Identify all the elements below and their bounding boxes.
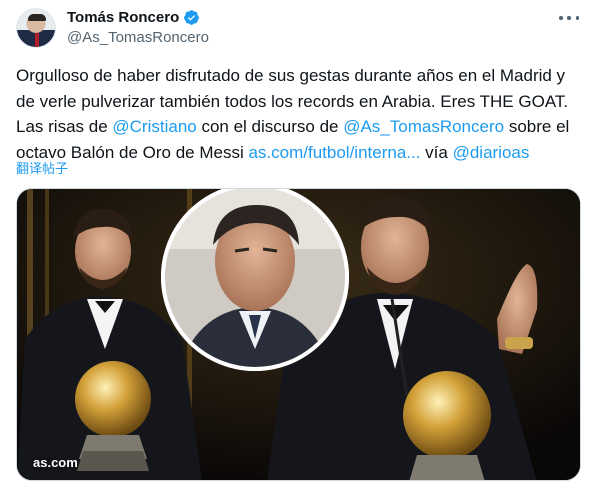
dot bbox=[559, 16, 563, 20]
mention-roncero[interactable]: @As_TomasRoncero bbox=[343, 117, 504, 136]
author-name[interactable]: Tomás Roncero bbox=[67, 9, 179, 26]
right-trophy bbox=[403, 371, 491, 480]
author-avatar[interactable] bbox=[16, 8, 56, 48]
avatar-hair bbox=[28, 14, 46, 21]
dot bbox=[567, 16, 571, 20]
tweet-card[interactable]: Tomás Roncero @As_TomasRoncero Orgulloso… bbox=[0, 0, 597, 484]
dot bbox=[575, 16, 579, 20]
verified-badge-icon[interactable] bbox=[183, 9, 200, 26]
author-handle[interactable]: @As_TomasRoncero bbox=[67, 29, 209, 46]
more-options-icon[interactable] bbox=[559, 10, 579, 26]
tweet-media-image[interactable]: as.com bbox=[16, 188, 581, 481]
translate-post-link[interactable]: 翻译帖子 bbox=[16, 158, 68, 177]
tweet-text: Orgulloso de haber disfrutado de sus ges… bbox=[16, 63, 586, 165]
media-illustration bbox=[17, 189, 580, 480]
tweet-text-part: con el discurso de bbox=[196, 117, 344, 136]
tweet-text-part: vía bbox=[420, 142, 453, 162]
media-watermark: as.com bbox=[33, 455, 78, 470]
author-name-row: Tomás Roncero bbox=[67, 9, 200, 26]
mention-diarioas[interactable]: @diarioas bbox=[453, 143, 530, 162]
avatar-tie bbox=[35, 33, 39, 47]
article-link[interactable]: as.com/futbol/interna... bbox=[248, 143, 420, 162]
left-trophy bbox=[75, 361, 151, 471]
mention-cristiano[interactable]: @Cristiano bbox=[112, 117, 196, 136]
